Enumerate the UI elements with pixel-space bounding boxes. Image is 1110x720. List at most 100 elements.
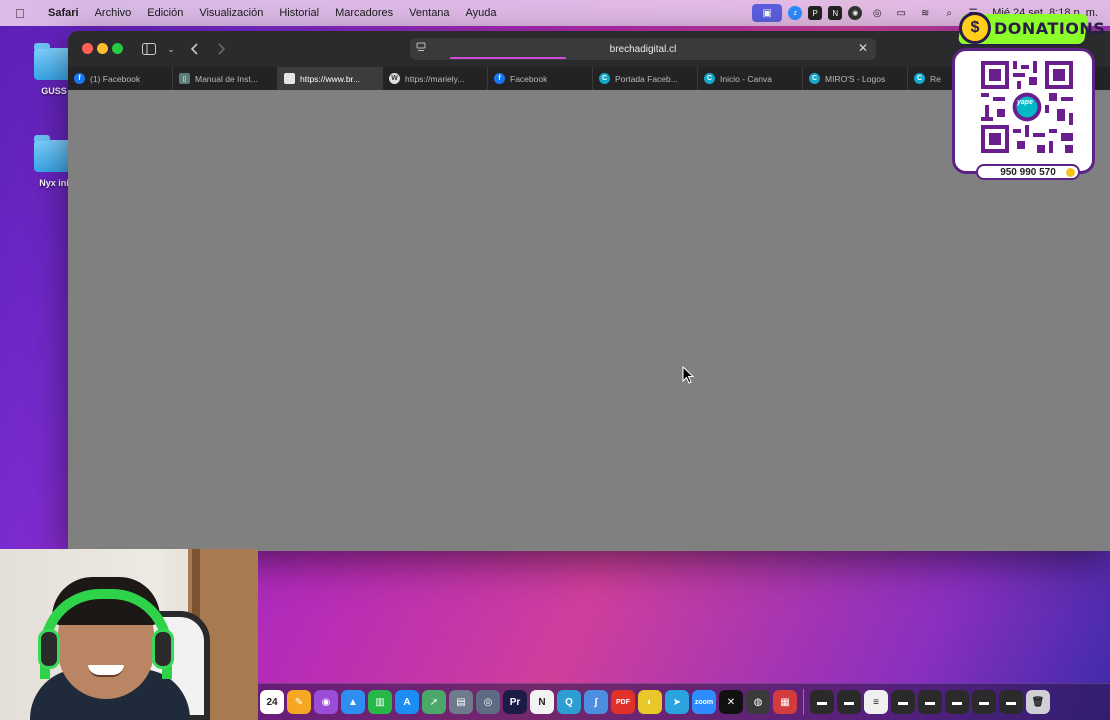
apple-logo-icon[interactable]: : [0, 6, 40, 21]
window-5-icon[interactable]: ▬: [918, 690, 942, 714]
wordpress-icon: W: [389, 73, 400, 84]
wifi-icon[interactable]: ≋: [916, 6, 934, 20]
tab-label: https://mariely...: [405, 73, 465, 84]
phone-number: 950 990 570: [1000, 166, 1056, 178]
chevron-down-icon[interactable]: ⌄: [162, 40, 180, 58]
tab-label: Portada Faceb...: [615, 73, 678, 84]
yape-label: yape: [1017, 99, 1033, 106]
tab-facebook-2[interactable]: f Facebook: [488, 67, 593, 90]
document-icon: ▯: [179, 73, 190, 84]
numbers-icon[interactable]: ▥: [368, 690, 392, 714]
qr-card: yape: [952, 48, 1095, 174]
tab-label: Facebook: [510, 73, 548, 84]
pages-icon[interactable]: ✎: [287, 690, 311, 714]
donation-phone: 950 990 570: [976, 164, 1080, 180]
preview-icon[interactable]: ▤: [449, 690, 473, 714]
chrome-icon[interactable]: ◐: [638, 690, 662, 714]
menu-app-safari[interactable]: Safari: [40, 7, 87, 19]
window-6-icon[interactable]: ▬: [945, 690, 969, 714]
tab-label: (1) Facebook: [90, 73, 141, 84]
trash-icon[interactable]: 🗑: [1026, 690, 1050, 714]
battery-icon[interactable]: ▭: [892, 6, 910, 20]
tab-brechadigital[interactable]: https://www.br...: [278, 67, 383, 90]
menu-archivo[interactable]: Archivo: [87, 7, 140, 19]
podcasts-icon[interactable]: ◉: [314, 690, 338, 714]
script-editor-icon[interactable]: ∫: [584, 690, 608, 714]
calendar-icon[interactable]: 24: [260, 690, 284, 714]
camera-status-icon[interactable]: ◉: [848, 6, 863, 20]
window-7-icon[interactable]: ▬: [972, 690, 996, 714]
window-8-icon[interactable]: ▬: [999, 690, 1023, 714]
zoom-status-icon[interactable]: z: [788, 6, 803, 20]
webcam-overlay: [0, 549, 258, 720]
back-button[interactable]: [186, 40, 204, 58]
canva-icon: C: [599, 73, 610, 84]
facebook-icon: f: [74, 73, 85, 84]
close-icon[interactable]: ✕: [856, 41, 870, 55]
site-icon: [284, 73, 295, 84]
tab-miros-logos[interactable]: C MIRO'S - Logos: [803, 67, 908, 90]
mouse-cursor-icon: [682, 366, 694, 384]
menu-marcadores[interactable]: Marcadores: [327, 7, 401, 19]
headset-earcup-right: [152, 629, 174, 669]
dock-separator: [803, 689, 804, 715]
menu-ayuda[interactable]: Ayuda: [458, 7, 505, 19]
tab-manual[interactable]: ▯ Manual de Inst...: [173, 67, 278, 90]
canva-icon: C: [704, 73, 715, 84]
sidebar-toggle-icon[interactable]: [140, 40, 158, 58]
notion-icon[interactable]: N: [530, 690, 554, 714]
page-load-progress: [450, 57, 566, 59]
tab-label: Re: [930, 73, 941, 84]
coin-icon: [1066, 168, 1075, 177]
canva-icon: C: [809, 73, 820, 84]
donation-overlay: DONATIONS $ yape 950 990 570: [950, 12, 1105, 182]
tab-mariely[interactable]: W https://mariely...: [383, 67, 488, 90]
app-store-icon[interactable]: A: [395, 690, 419, 714]
keynote-icon[interactable]: ▲: [341, 690, 365, 714]
qr-code-icon: [981, 61, 1073, 153]
dock: 24 ✎ ◉ ▲ ▥ A ➚ ▤ ◎ Pr N Q ∫ PDF ◐ ➤ zoom ✕ ◍ ▦ ▬ ▬ ≡ ▬ ▬ ▬ ▬ ▬ 🗑: [258, 683, 1110, 720]
menu-visualizacion[interactable]: Visualización: [191, 7, 271, 19]
window-4-icon[interactable]: ▬: [891, 690, 915, 714]
photo-booth-icon[interactable]: ▦: [773, 690, 797, 714]
tab-facebook-1[interactable]: f (1) Facebook: [68, 67, 173, 90]
window-1-icon[interactable]: ▬: [810, 690, 834, 714]
tab-label: https://www.br...: [300, 73, 360, 84]
maps-icon[interactable]: ➚: [422, 690, 446, 714]
tab-label: MIRO'S - Logos: [825, 73, 886, 84]
capcut-icon[interactable]: ✕: [719, 690, 743, 714]
window-close-button[interactable]: [82, 43, 93, 54]
forward-button[interactable]: [212, 40, 230, 58]
quicktime-icon[interactable]: Q: [557, 690, 581, 714]
obs-icon[interactable]: ◍: [746, 690, 770, 714]
canva-icon: C: [914, 73, 925, 84]
tab-inicio-canva[interactable]: C Inicio - Canva: [698, 67, 803, 90]
window-3-icon[interactable]: ≡: [864, 690, 888, 714]
menu-historial[interactable]: Historial: [271, 7, 327, 19]
tab-portada-facebook[interactable]: C Portada Faceb...: [593, 67, 698, 90]
donation-title: DONATIONS: [994, 19, 1106, 38]
premiere-icon[interactable]: Pr: [503, 690, 527, 714]
pdf-status-icon[interactable]: P: [808, 6, 823, 20]
menu-bar:  Safari Archivo Edición Visualización H…: [0, 0, 1110, 26]
menu-ventana[interactable]: Ventana: [401, 7, 457, 19]
pdf-icon[interactable]: PDF: [611, 690, 635, 714]
window-maximize-button[interactable]: [112, 43, 123, 54]
address-url[interactable]: brechadigital.cl: [610, 44, 677, 55]
zoom-icon[interactable]: zoom: [692, 690, 716, 714]
tab-label: Manual de Inst...: [195, 73, 258, 84]
headset-earcup-left: [38, 629, 60, 669]
window-2-icon[interactable]: ▬: [837, 690, 861, 714]
address-bar[interactable]: brechadigital.cl ✕: [410, 38, 876, 60]
screen-record-icon[interactable]: ▣: [752, 4, 783, 22]
menu-edicion[interactable]: Edición: [139, 7, 191, 19]
facebook-icon: f: [494, 73, 505, 84]
safari-icon[interactable]: ◎: [476, 690, 500, 714]
notion-status-icon[interactable]: N: [828, 6, 843, 20]
window-minimize-button[interactable]: [97, 43, 108, 54]
tab-label: Inicio - Canva: [720, 73, 772, 84]
telegram-icon[interactable]: ➤: [665, 690, 689, 714]
page-menu-icon[interactable]: [416, 42, 428, 54]
dollar-coin-icon: $: [959, 12, 991, 44]
airplay-icon[interactable]: ◎: [868, 6, 886, 20]
